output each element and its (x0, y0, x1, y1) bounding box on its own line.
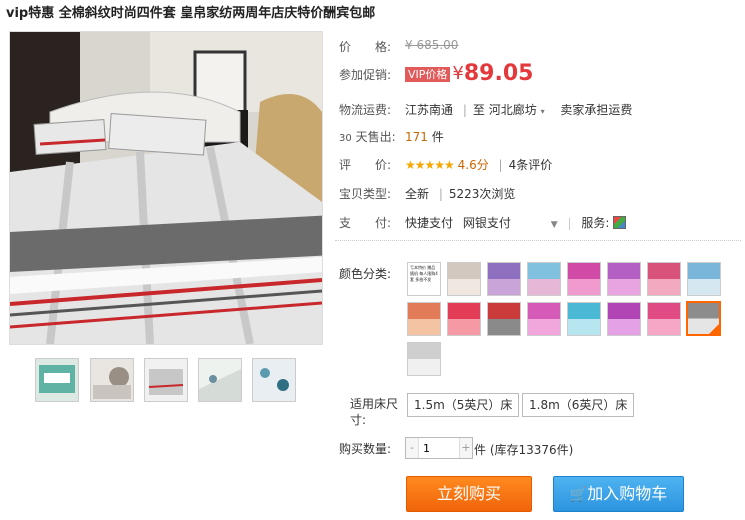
sold-label: 30 天售出: (339, 130, 396, 144)
original-price: ¥ 685.00 (405, 38, 459, 52)
thumbnail-5[interactable] (252, 358, 296, 402)
sold-count: 171 (405, 130, 428, 144)
item-condition: 全新 (405, 187, 430, 201)
divider (335, 240, 741, 241)
quantity-plus-button[interactable]: + (459, 438, 472, 458)
color-swatch-3[interactable] (487, 262, 521, 296)
thumbnail-3[interactable] (144, 358, 188, 402)
color-swatch-17[interactable] (407, 342, 441, 376)
add-to-cart-button[interactable]: 🛒加入购物车 (553, 476, 684, 512)
chevron-down-icon: ▾ (540, 107, 545, 116)
buy-now-button[interactable]: 立刻购买 (406, 476, 532, 512)
price-row: 价 格: ¥ 685.00 (339, 38, 458, 55)
payment-dropdown-icon[interactable]: ▼ (551, 220, 558, 230)
color-swatch-11[interactable] (487, 302, 521, 336)
color-swatch-6[interactable] (607, 262, 641, 296)
type-row: 宝贝类型: 全新 | 5223次浏览 (339, 185, 515, 202)
payment-row: 支 付: 快捷支付 网银支付 ▼ | 服务: (339, 214, 627, 231)
color-swatch-5[interactable] (567, 262, 601, 296)
promo-row: 参加促销: VIP价格 ¥89.05 (339, 61, 533, 86)
rating-row: 评 价: ★★★★★ 4.6分 | 4条评价 (339, 156, 552, 173)
quantity-minus-button[interactable]: - (406, 438, 419, 458)
quantity-stepper: - + (405, 437, 473, 459)
view-count: 5223次浏览 (448, 187, 516, 201)
cart-icon: 🛒 (569, 487, 588, 503)
ship-to-prefix: 至 (472, 103, 485, 117)
color-swatch-text[interactable]: 亏本特价 赠品随机 每人限购4套 多拍不发 (407, 262, 441, 296)
rating-value: ★★★★★ 4.6分 | 4条评价 (405, 158, 553, 172)
payment-quick[interactable]: 快捷支付 (405, 216, 453, 230)
size-option-1-8m[interactable]: 1.8m（6英尺）床 (522, 393, 635, 417)
stock-text: 件 (库存13376件) (474, 443, 574, 457)
product-title: vip特惠 全棉斜纹时尚四件套 皇帛家纺两周年店庆特价酬宾包邮 (6, 6, 376, 21)
color-swatch-14[interactable] (607, 302, 641, 336)
service-icon[interactable] (613, 216, 627, 229)
thumbnail-4[interactable] (198, 358, 242, 402)
currency-symbol: ¥ (452, 63, 464, 84)
color-swatch-8[interactable] (687, 262, 721, 296)
vip-price-tag: VIP价格 (405, 66, 451, 82)
quantity-input[interactable] (420, 438, 464, 458)
color-swatch-15[interactable] (647, 302, 681, 336)
color-swatch-7[interactable] (647, 262, 681, 296)
size-option-1-5m[interactable]: 1.5m（5英尺）床 (407, 393, 520, 417)
payment-methods: 快捷支付 网银支付 ▼ | 服务: (405, 214, 627, 231)
promo-label: 参加促销: (339, 68, 392, 82)
color-label: 颜色分类: (339, 267, 392, 281)
price-label: 价 格: (339, 40, 392, 54)
ship-to-select[interactable]: 河北廊坊 ▾ (489, 103, 545, 117)
selected-check-icon (709, 324, 719, 334)
type-value: 全新 | 5223次浏览 (405, 187, 516, 201)
reviews-link[interactable]: 4条评价 (509, 158, 553, 172)
rating-score: 4.6分 (457, 158, 489, 172)
color-swatch-4[interactable] (527, 262, 561, 296)
rating-label: 评 价: (339, 158, 392, 172)
color-swatch-12[interactable] (527, 302, 561, 336)
color-swatch-selected[interactable] (686, 301, 721, 336)
size-label: 适用床尺寸: (350, 397, 399, 427)
type-label: 宝贝类型: (339, 187, 392, 201)
ship-from: 江苏南通 (405, 103, 454, 117)
color-swatch-9[interactable] (407, 302, 441, 336)
promo-price-group: VIP价格 ¥89.05 (405, 61, 533, 86)
payment-bank[interactable]: 网银支付 (463, 216, 511, 230)
shipping-label: 物流运费: (339, 103, 392, 117)
service-label: 服务: (581, 216, 610, 230)
promo-price: 89.05 (463, 61, 534, 86)
color-swatch-13[interactable] (567, 302, 601, 336)
payment-label: 支 付: (339, 216, 392, 230)
sold-value: 171 件 (405, 130, 444, 144)
shipping-fee: 卖家承担运费 (560, 103, 633, 117)
thumbnail-1[interactable] (35, 358, 79, 402)
rating-stars-icon: ★★★★★ (405, 158, 455, 172)
color-swatch-10[interactable] (447, 302, 481, 336)
main-product-image[interactable] (9, 31, 323, 345)
shipping-row: 物流运费: 江苏南通 | 至 河北廊坊 ▾ 卖家承担运费 (339, 101, 632, 118)
quantity-label: 购买数量: (339, 442, 392, 456)
color-swatch-2[interactable] (447, 262, 481, 296)
sold-row: 30 天售出: 171 件 (339, 128, 444, 145)
shipping-info: 江苏南通 | 至 河北廊坊 ▾ 卖家承担运费 (405, 103, 633, 117)
thumbnail-2[interactable] (90, 358, 134, 402)
